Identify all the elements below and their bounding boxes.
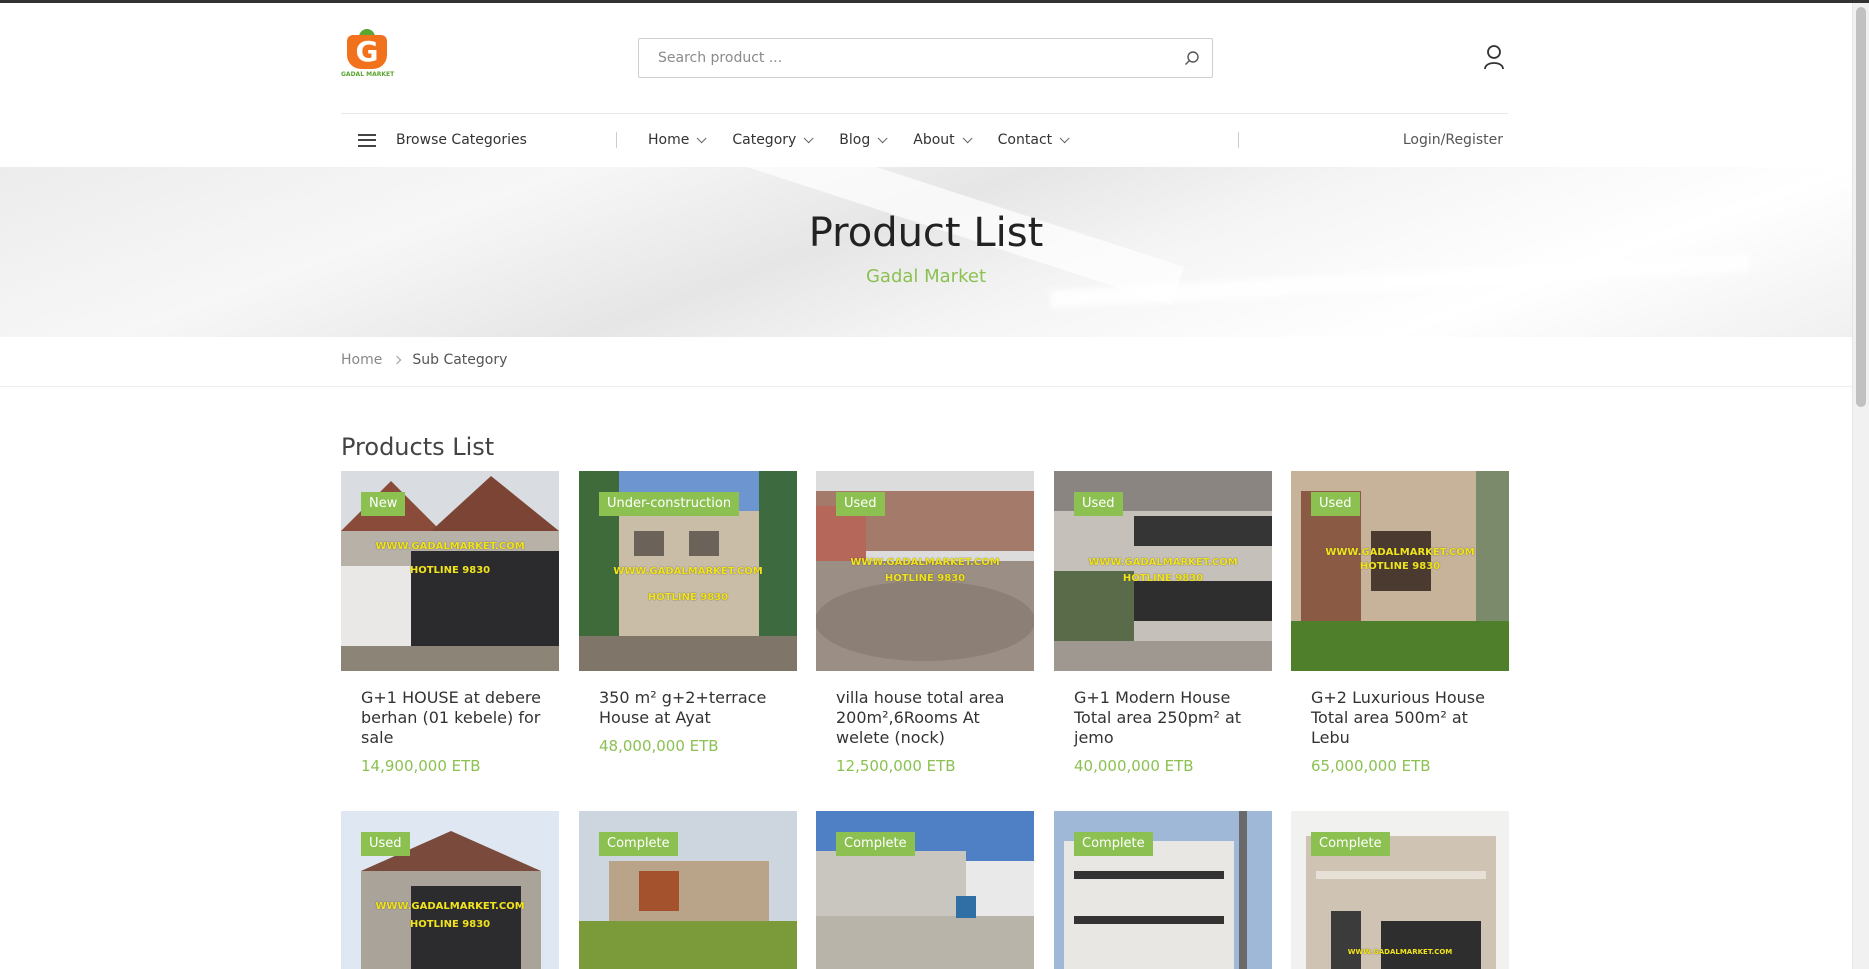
product-watermark: HOTLINE 9830 — [409, 919, 491, 930]
product-badge: Complete — [1311, 832, 1390, 856]
logo-mark: G — [347, 35, 387, 69]
product-badge: Used — [1311, 492, 1360, 516]
nav-divider — [1238, 132, 1239, 148]
site-header: G GADAL MARKET — [341, 3, 1508, 113]
product-watermark: WWW.GADALMARKET.COM — [613, 566, 763, 577]
product-badge: Used — [836, 492, 885, 516]
product-card[interactable]: Used WWW.GADALMARKET.COM HOTLINE 9830 G+… — [1291, 471, 1509, 775]
product-badge: Complete — [1074, 832, 1153, 856]
nav-item-category[interactable]: Category — [732, 132, 814, 148]
chevron-down-icon — [803, 132, 814, 143]
product-watermark: WWW.GADALMARKET.COM — [1325, 547, 1475, 558]
page-scrollbar[interactable] — [1852, 3, 1869, 969]
login-register-link[interactable]: Login/Register — [1403, 114, 1503, 166]
product-watermark: WWW.GADALMARKET.COM — [1088, 557, 1238, 568]
page-banner: Product List Gadal Market — [0, 167, 1852, 337]
nav-item-label: About — [913, 132, 955, 148]
product-image[interactable]: Complete WWW.GADALMARKET.COM — [1291, 811, 1509, 969]
product-price: 48,000,000 ETB — [599, 737, 719, 755]
product-price: 12,500,000 ETB — [836, 757, 956, 775]
breadcrumb: Home Sub Category — [341, 352, 507, 368]
nav-item-home[interactable]: Home — [648, 132, 707, 148]
product-image[interactable]: Complete — [1054, 811, 1272, 969]
product-image[interactable]: Under-construction WWW.GADALMARKET.COM H… — [579, 471, 797, 671]
chevron-down-icon — [962, 132, 973, 143]
product-price: 65,000,000 ETB — [1311, 757, 1431, 775]
nav-item-label: Category — [732, 132, 797, 148]
page-title: Product List — [808, 210, 1044, 256]
breadcrumb-current: Sub Category — [412, 352, 508, 368]
browse-categories-label: Browse Categories — [396, 132, 527, 148]
chevron-down-icon — [1059, 132, 1070, 143]
nav-item-contact[interactable]: Contact — [997, 132, 1070, 148]
product-card[interactable]: Under-construction WWW.GADALMARKET.COM H… — [579, 471, 797, 755]
product-title[interactable]: 350 m² g+2+terrace House at Ayat — [599, 688, 779, 728]
product-image[interactable]: New WWW.GADALMARKET.COM HOTLINE 9830 — [341, 471, 559, 671]
scrollbar-thumb[interactable] — [1856, 7, 1866, 407]
product-badge: New — [361, 492, 406, 516]
product-card[interactable]: Used WWW.GADALMARKET.COM HOTLINE 9830 — [341, 811, 559, 969]
logo-text: GADAL MARKET — [341, 71, 395, 78]
product-price: 40,000,000 ETB — [1074, 757, 1194, 775]
product-card[interactable]: Used WWW.GADALMARKET.COM HOTLINE 9830 G+… — [1054, 471, 1272, 775]
product-badge: Used — [1074, 492, 1123, 516]
product-watermark: WWW.GADALMARKET.COM — [1347, 948, 1453, 956]
product-card[interactable]: Complete — [816, 811, 1034, 969]
nav-item-label: Contact — [997, 132, 1053, 148]
search-box — [638, 38, 1213, 78]
product-watermark: WWW.GADALMARKET.COM — [375, 901, 525, 912]
nav-item-label: Home — [648, 132, 690, 148]
chevron-down-icon — [697, 132, 707, 143]
product-badge: Complete — [836, 832, 915, 856]
nav-item-label: Blog — [839, 132, 871, 148]
products-section-title: Products List — [341, 433, 495, 461]
search-input[interactable] — [639, 39, 1172, 77]
product-image[interactable]: Used WWW.GADALMARKET.COM HOTLINE 9830 — [341, 811, 559, 969]
product-watermark: WWW.GADALMARKET.COM — [375, 541, 525, 552]
nav-item-about[interactable]: About — [913, 132, 973, 148]
product-title[interactable]: G+2 Luxurious House Total area 500m² at … — [1311, 688, 1491, 748]
product-title[interactable]: G+1 HOUSE at debere berhan (01 kebele) f… — [361, 688, 541, 748]
product-image[interactable]: Complete — [816, 811, 1034, 969]
product-image[interactable]: Used WWW.GADALMARKET.COM HOTLINE 9830 — [1291, 471, 1509, 671]
product-badge: Used — [361, 832, 410, 856]
product-price: 14,900,000 ETB — [361, 757, 481, 775]
product-image[interactable]: Used WWW.GADALMARKET.COM HOTLINE 9830 — [1054, 471, 1272, 671]
page-subtitle: Gadal Market — [865, 266, 987, 287]
product-badge: Complete — [599, 832, 678, 856]
site-logo[interactable]: G GADAL MARKET — [341, 29, 395, 83]
nav-menu: Home Category Blog About Contact — [648, 114, 1095, 166]
product-image[interactable]: Complete — [579, 811, 797, 969]
product-watermark: HOTLINE 9830 — [409, 565, 491, 576]
main-navigation: Browse Categories Home Category Blog Abo… — [341, 113, 1508, 167]
browse-categories-button[interactable]: Browse Categories — [358, 114, 527, 166]
product-title[interactable]: G+1 Modern House Total area 250pm² at je… — [1074, 688, 1254, 748]
product-card[interactable]: Complete — [579, 811, 797, 969]
product-watermark: HOTLINE 9830 — [884, 573, 966, 584]
nav-divider — [616, 132, 617, 148]
product-watermark: HOTLINE 9830 — [1359, 561, 1441, 572]
chevron-down-icon — [877, 132, 888, 143]
product-card[interactable]: Complete WWW.GADALMARKET.COM — [1291, 811, 1509, 969]
search-icon[interactable] — [1172, 39, 1212, 77]
product-image[interactable]: Used WWW.GADALMARKET.COM HOTLINE 9830 — [816, 471, 1034, 671]
breadcrumb-bar: Home Sub Category — [0, 337, 1852, 387]
product-title[interactable]: villa house total area 200m²,6Rooms At w… — [836, 688, 1016, 748]
breadcrumb-home-link[interactable]: Home — [341, 352, 382, 368]
product-watermark: WWW.GADALMARKET.COM — [850, 557, 1000, 568]
nav-item-blog[interactable]: Blog — [839, 132, 888, 148]
product-card[interactable]: Used WWW.GADALMARKET.COM HOTLINE 9830 vi… — [816, 471, 1034, 775]
user-account-icon[interactable] — [1481, 43, 1507, 71]
hamburger-menu-icon — [358, 133, 376, 147]
product-card[interactable]: New WWW.GADALMARKET.COM HOTLINE 9830 G+1… — [341, 471, 559, 775]
product-card[interactable]: Complete — [1054, 811, 1272, 969]
product-watermark: HOTLINE 9830 — [647, 592, 729, 603]
chevron-right-icon — [393, 355, 402, 365]
product-watermark: HOTLINE 9830 — [1122, 573, 1204, 584]
product-badge: Under-construction — [599, 492, 740, 516]
